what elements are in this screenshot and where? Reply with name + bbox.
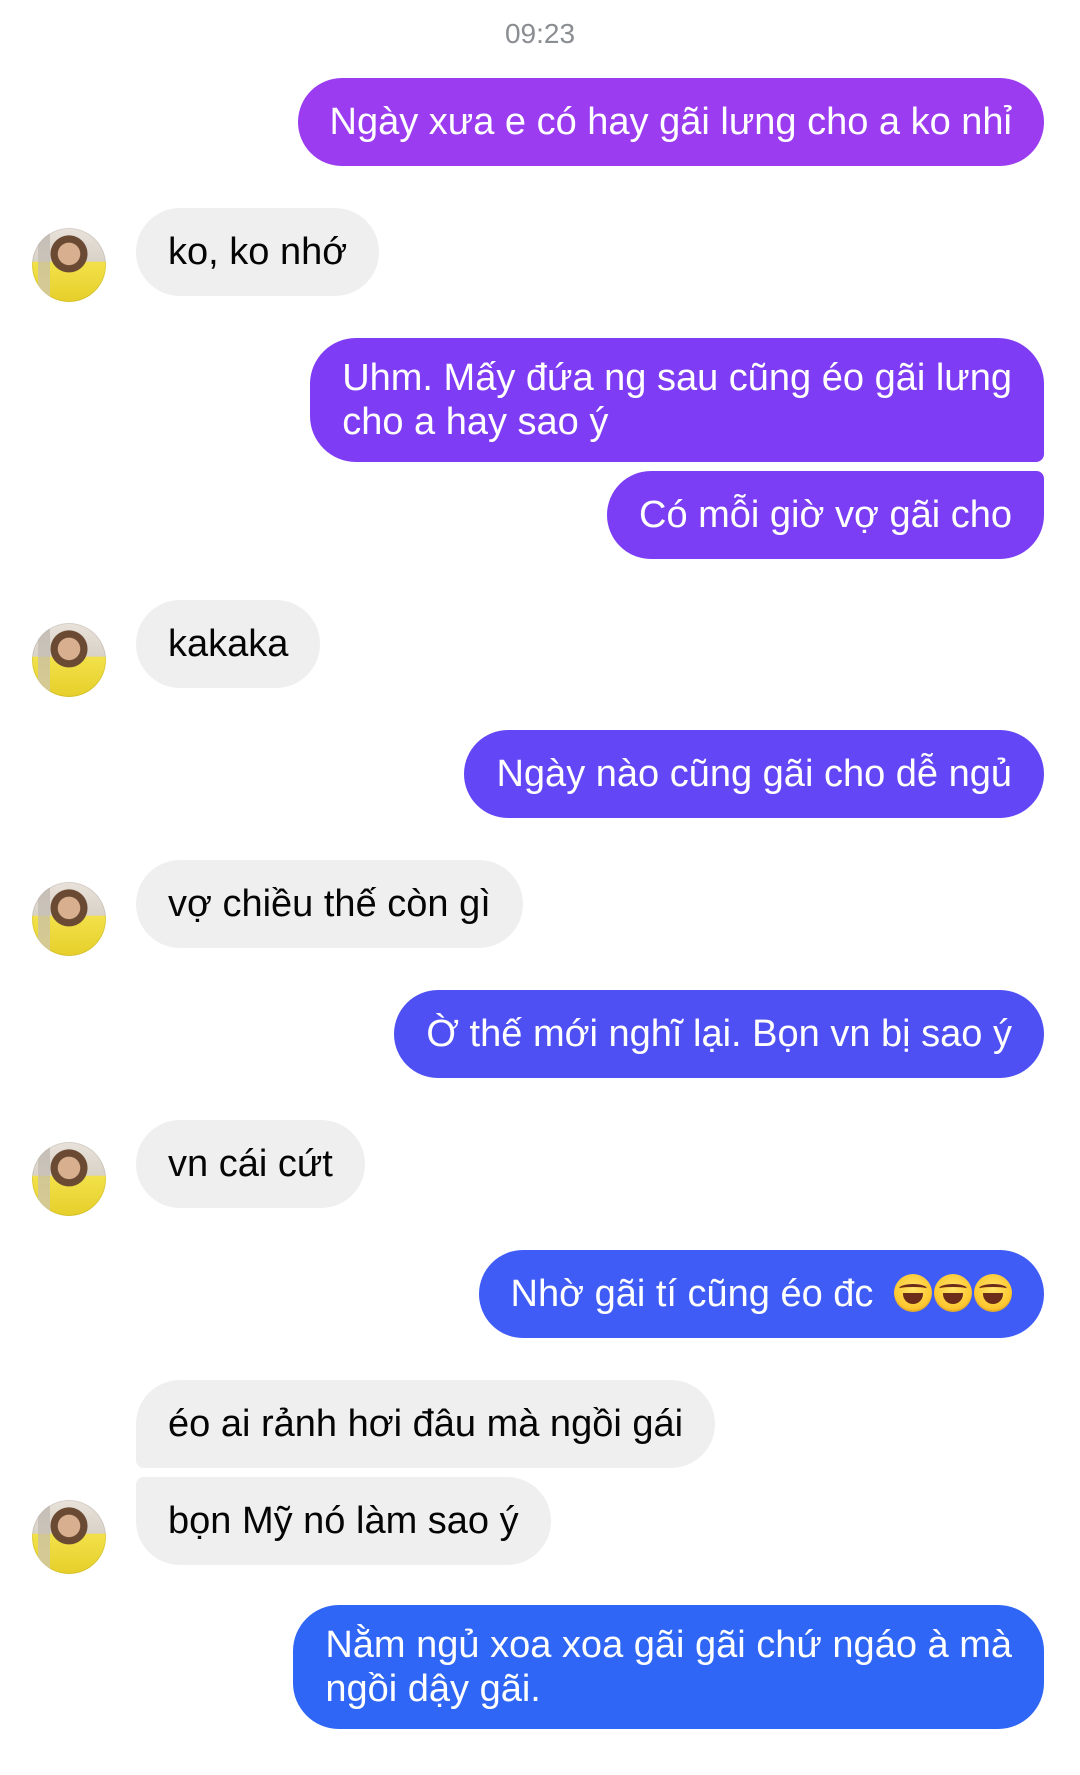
message-text-line: Uhm. Mấy đứa ng sau cũng éo gãi lưng [342,357,1012,399]
message-text-line: ngồi dậy gãi. [325,1668,541,1710]
message-text: Ngày xưa e có hay gãi lưng cho a ko nhỉ [329,101,1013,143]
message-text: Ngày nào cũng gãi cho dễ ngủ [496,753,1012,795]
outgoing-message[interactable]: Nằm ngủ xoa xoa gãi gãi chứ ngáo à mà ng… [293,1605,1044,1729]
contact-avatar[interactable] [32,1500,106,1574]
message-text: ko, ko nhớ [168,231,348,273]
incoming-message[interactable]: bọn Mỹ nó làm sao ý [136,1477,551,1565]
outgoing-message[interactable]: Ờ thế mới nghĩ lại. Bọn vn bị sao ý [394,990,1044,1078]
outgoing-message[interactable]: Uhm. Mấy đứa ng sau cũng éo gãi lưng cho… [310,338,1044,462]
contact-avatar[interactable] [32,228,106,302]
outgoing-message[interactable]: Ngày xưa e có hay gãi lưng cho a ko nhỉ [297,78,1044,166]
incoming-message[interactable]: vợ chiều thế còn gì [136,860,523,948]
message-text: vợ chiều thế còn gì [168,883,491,925]
message-text: éo ai rảnh hơi đâu mà ngồi gái [168,1403,684,1445]
contact-avatar[interactable] [32,623,106,697]
incoming-message[interactable]: ko, ko nhớ [136,208,380,296]
incoming-message[interactable]: vn cái cứt [136,1120,365,1208]
incoming-message[interactable]: éo ai rảnh hơi đâu mà ngồi gái [136,1380,716,1468]
face-with-tears-of-joy-icon [974,1274,1012,1312]
face-with-tears-of-joy-icon [894,1274,932,1312]
message-text-line: cho a hay sao ý [342,401,609,443]
contact-avatar[interactable] [32,882,106,956]
contact-avatar[interactable] [32,1142,106,1216]
message-text: kakaka [168,623,289,665]
timestamp: 09:23 [504,18,576,49]
incoming-message[interactable]: kakaka [136,600,321,688]
message-text: bọn Mỹ nó làm sao ý [168,1500,519,1542]
outgoing-message[interactable]: Ngày nào cũng gãi cho dễ ngủ [464,730,1044,818]
message-text: Ờ thế mới nghĩ lại. Bọn vn bị sao ý [426,1013,1012,1055]
outgoing-message[interactable]: Có mỗi giờ vợ gãi cho [607,471,1044,559]
message-text: Có mỗi giờ vợ gãi cho [639,494,1012,536]
message-text: Nhờ gãi tí cũng éo đc [510,1273,874,1315]
message-text: vn cái cứt [168,1143,333,1185]
face-with-tears-of-joy-icon [934,1274,972,1312]
message-text-line: Nằm ngủ xoa xoa gãi gãi chứ ngáo à mà [325,1624,1012,1666]
outgoing-message[interactable]: Nhờ gãi tí cũng éo đc [478,1250,1044,1338]
